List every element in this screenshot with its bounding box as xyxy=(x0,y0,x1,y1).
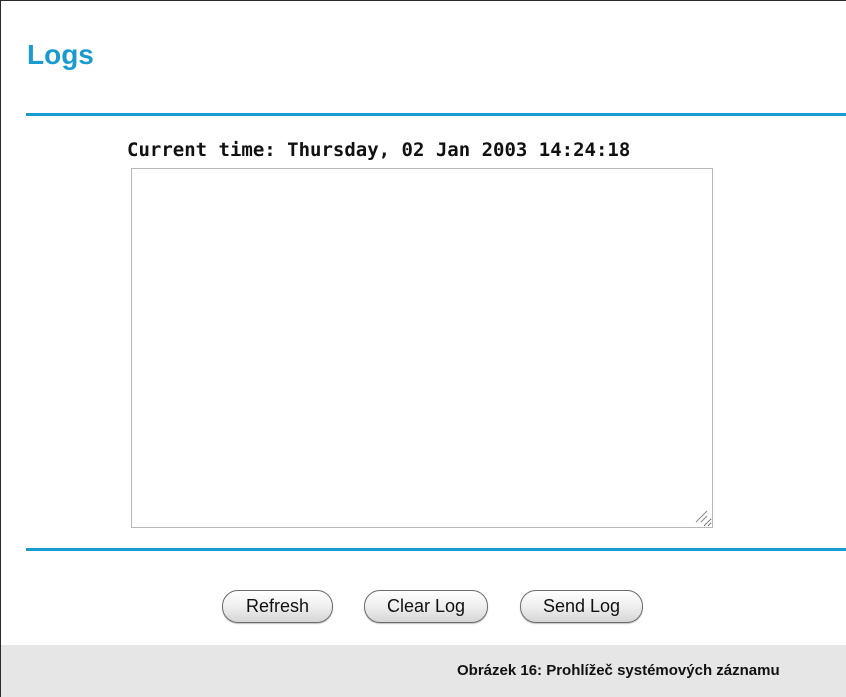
log-textarea[interactable] xyxy=(131,168,713,528)
figure-caption: Obrázek 16: Prohlížeč systémových záznam… xyxy=(457,662,780,679)
bottom-divider xyxy=(26,548,846,551)
refresh-button[interactable]: Refresh xyxy=(222,590,333,623)
caption-bar: Obrázek 16: Prohlížeč systémových záznam… xyxy=(1,645,846,697)
clear-log-button[interactable]: Clear Log xyxy=(364,590,488,623)
current-time-label: Current time: Thursday, 02 Jan 2003 14:2… xyxy=(127,139,631,161)
page-title: Logs xyxy=(27,39,94,70)
top-divider xyxy=(26,113,846,116)
send-log-button[interactable]: Send Log xyxy=(520,590,643,623)
router-logs-page: Logs Current time: Thursday, 02 Jan 2003… xyxy=(0,0,846,697)
